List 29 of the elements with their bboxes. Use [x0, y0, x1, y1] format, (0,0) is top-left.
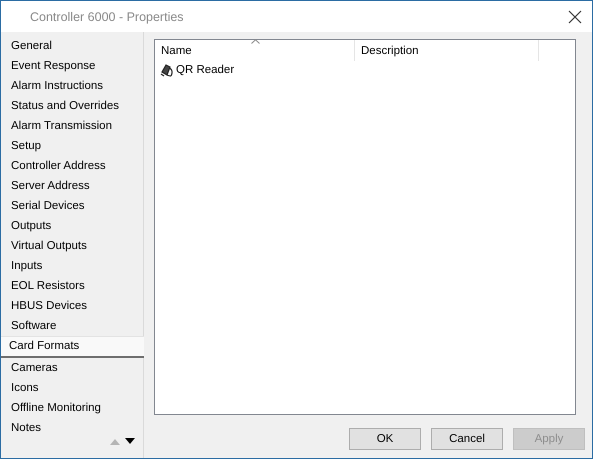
close-icon[interactable]: [568, 10, 582, 24]
row-name[interactable]: QR Reader: [176, 64, 234, 76]
sidebar-item[interactable]: Serial Devices: [1, 196, 143, 216]
reader-icon: [160, 62, 175, 78]
dialog-button[interactable]: Cancel: [431, 428, 503, 450]
sidebar-item[interactable]: General: [1, 36, 143, 56]
sidebar-item[interactable]: Cameras: [1, 358, 143, 378]
sidebar-item[interactable]: Controller Address: [1, 156, 143, 176]
sidebar-item[interactable]: HBUS Devices: [1, 296, 143, 316]
sidebar-item[interactable]: Alarm Transmission: [1, 116, 143, 136]
sidebar-item[interactable]: Event Response: [1, 56, 143, 76]
sidebar-item[interactable]: Server Address: [1, 176, 143, 196]
column-header[interactable]: Description: [355, 40, 539, 61]
sidebar-item[interactable]: Card Formats: [1, 336, 144, 358]
sidebar-item[interactable]: EOL Resistors: [1, 276, 143, 296]
sidebar-item[interactable]: Icons: [1, 378, 143, 398]
sidebar-item[interactable]: Setup: [1, 136, 143, 156]
dialog-button[interactable]: OK: [349, 428, 421, 450]
sidebar-item[interactable]: Notes: [1, 418, 143, 438]
sidebar-item[interactable]: Inputs: [1, 256, 143, 276]
sidebar-item[interactable]: Software: [1, 316, 143, 336]
sidebar-item[interactable]: Virtual Outputs: [1, 236, 143, 256]
sidebar-item[interactable]: Outputs: [1, 216, 143, 236]
sidebar-item[interactable]: Offline Monitoring: [1, 398, 143, 418]
window-title: Controller 6000 - Properties: [30, 10, 184, 24]
column-header[interactable]: Name: [155, 40, 355, 61]
sidebar-item[interactable]: Alarm Instructions: [1, 76, 143, 96]
scroll-down-icon[interactable]: [125, 438, 135, 445]
sidebar-item[interactable]: Status and Overrides: [1, 96, 143, 116]
